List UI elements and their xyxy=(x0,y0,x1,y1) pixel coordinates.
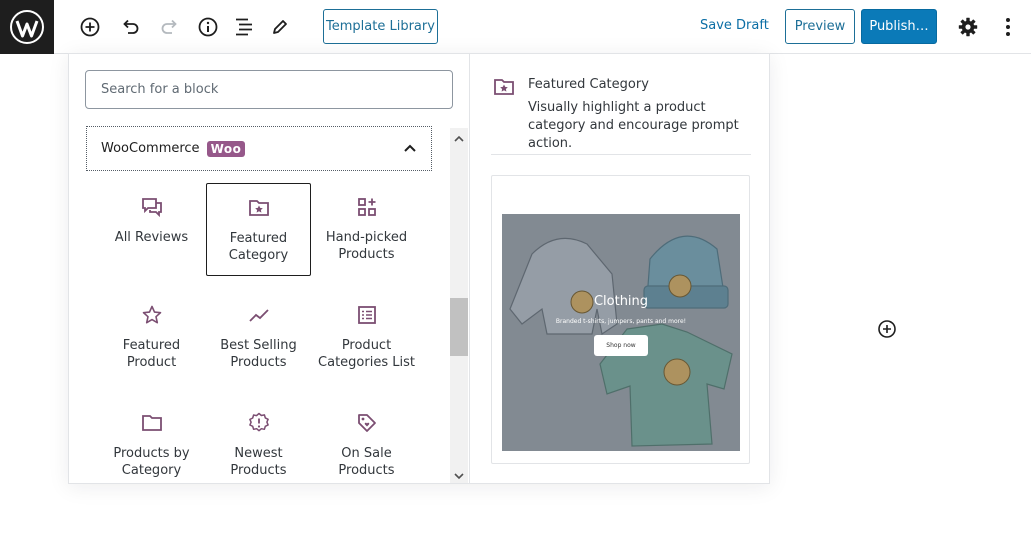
block-newest-products[interactable]: Newest Products xyxy=(206,399,311,483)
block-label: Hand-picked Products xyxy=(325,230,408,262)
settings-gear-icon[interactable] xyxy=(955,14,981,40)
block-on-sale-products[interactable]: On Sale Products xyxy=(314,399,419,483)
reviews-icon xyxy=(140,195,164,219)
chevron-up-icon xyxy=(403,141,417,159)
block-featured-product[interactable]: Featured Product xyxy=(99,291,204,384)
block-label: Featured Category xyxy=(228,231,289,263)
new-badge-icon xyxy=(247,411,271,435)
block-label: Products by Category xyxy=(113,446,190,478)
publish-button[interactable]: Publish… xyxy=(861,9,937,44)
template-library-button[interactable]: Template Library xyxy=(323,9,438,44)
info-icon[interactable] xyxy=(195,14,221,40)
preview-title: Featured Category xyxy=(528,77,649,92)
preview-divider xyxy=(491,154,751,155)
block-label: Featured Product xyxy=(122,338,181,370)
scrollbar-thumb[interactable] xyxy=(450,298,468,356)
block-products-by-category[interactable]: Products by Category xyxy=(99,399,204,483)
block-all-reviews[interactable]: All Reviews xyxy=(99,183,204,276)
preview-image-subtitle: Branded t-shirts, jumpers, pants and mor… xyxy=(555,318,687,325)
block-label: Best Selling Products xyxy=(220,338,297,370)
redo-icon[interactable] xyxy=(157,14,183,40)
block-search-input[interactable]: Search for a block xyxy=(85,70,453,109)
folder-star-icon xyxy=(493,76,515,102)
woo-logo-icon: Woo xyxy=(206,140,246,157)
scroll-down-arrow-icon[interactable] xyxy=(453,467,465,480)
block-label: Product Categories List xyxy=(318,338,415,370)
trending-up-icon xyxy=(247,303,271,327)
edit-pencil-icon[interactable] xyxy=(267,14,293,40)
featured-category-preview-image: Clothing Branded t-shirts, jumpers, pant… xyxy=(502,214,740,451)
scroll-up-arrow-icon[interactable] xyxy=(453,130,465,142)
wordpress-logo-icon[interactable] xyxy=(0,0,54,54)
panel-title: WooCommerce xyxy=(101,141,200,156)
folder-star-icon xyxy=(247,196,271,220)
tag-icon xyxy=(355,411,379,435)
block-navigation-icon[interactable] xyxy=(231,14,257,40)
preview-shop-now-button: Shop now xyxy=(594,335,648,356)
preview-description: Visually highlight a product category an… xyxy=(528,100,739,151)
grid-plus-icon xyxy=(355,195,379,219)
block-featured-category[interactable]: Featured Category xyxy=(206,183,311,276)
more-options-icon[interactable] xyxy=(995,14,1021,40)
preview-image-overlay xyxy=(502,214,740,451)
block-label: All Reviews xyxy=(114,230,189,245)
save-draft-button[interactable]: Save Draft xyxy=(700,18,769,33)
canvas-add-block-icon[interactable] xyxy=(877,319,897,339)
preview-button[interactable]: Preview xyxy=(785,9,855,44)
block-inserter-popover: Search for a block WooCommerce Woo All R… xyxy=(68,53,770,484)
editor-toolbar: Template Library Save Draft Preview Publ… xyxy=(0,0,1031,54)
star-icon xyxy=(140,303,164,327)
block-label: Newest Products xyxy=(230,446,287,478)
undo-icon[interactable] xyxy=(117,14,143,40)
block-best-selling-products[interactable]: Best Selling Products xyxy=(206,291,311,384)
woocommerce-panel-toggle[interactable]: WooCommerce Woo xyxy=(86,126,432,171)
block-label: On Sale Products xyxy=(338,446,395,478)
preview-image-title: Clothing xyxy=(593,294,649,309)
block-preview-panel: Featured Category Visually highlight a p… xyxy=(471,54,769,483)
block-preview-box: Clothing Branded t-shirts, jumpers, pant… xyxy=(491,175,750,464)
block-product-categories-list[interactable]: Product Categories List xyxy=(314,291,419,384)
block-hand-picked-products[interactable]: Hand-picked Products xyxy=(314,183,419,276)
add-block-icon[interactable] xyxy=(77,14,103,40)
folder-icon xyxy=(140,411,164,435)
inserter-block-list: Search for a block WooCommerce Woo All R… xyxy=(69,54,470,483)
list-icon xyxy=(355,303,379,327)
